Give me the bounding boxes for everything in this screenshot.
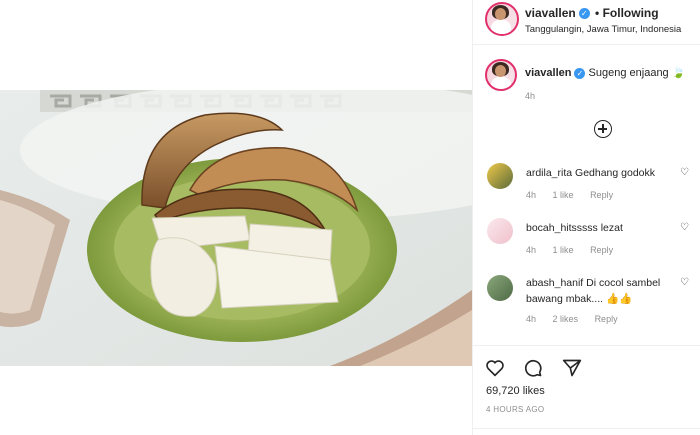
verified-badge-icon: ✓ [578, 8, 590, 20]
caption-username[interactable]: viavallen [525, 67, 571, 79]
caption-body: Sugeng enjaang 🍃 [588, 67, 686, 79]
comment-meta: 4h 1 like Reply [526, 245, 627, 255]
caption-timestamp: 4h [525, 91, 536, 101]
share-icon[interactable] [562, 358, 582, 383]
post-caption: viavallen ✓ Sugeng enjaang 🍃 4h [473, 55, 700, 103]
comment-text: bocah_hitsssss lezat [526, 220, 691, 236]
comment-body: lezat [600, 222, 623, 234]
comment-time: 4h [526, 190, 537, 200]
comment-text: abash_hanif Di cocol sambel bawang mbak.… [526, 275, 691, 307]
plus-circle-icon[interactable] [594, 120, 612, 138]
comment-icon[interactable] [523, 358, 543, 383]
post-header: viavallen ✓ • Following Tanggulangin, Jaw… [473, 0, 700, 45]
comment-text: ardila_rita Gedhang godokk [526, 165, 691, 181]
comment-likes[interactable]: 1 like [553, 245, 574, 255]
comment-reply-button[interactable]: Reply [590, 245, 613, 255]
comment-heart-icon[interactable]: ♡ [680, 277, 689, 288]
post-side-panel: viavallen ✓ • Following Tanggulangin, Jaw… [472, 0, 700, 435]
post-time-ago[interactable]: 4 HOURS AGO [486, 405, 544, 414]
post-location[interactable]: Tanggulangin, Jawa Timur, Indonesia [525, 24, 681, 35]
comment-body: Gedhang godokk [575, 167, 656, 179]
author-avatar[interactable] [485, 2, 519, 36]
comment-heart-icon[interactable]: ♡ [680, 222, 689, 233]
comment-username[interactable]: abash_hanif [526, 277, 583, 289]
comment-reply-button[interactable]: Reply [595, 314, 618, 324]
action-icons [485, 358, 596, 383]
post-photo[interactable] [0, 90, 472, 366]
comment-reply-button[interactable]: Reply [590, 190, 613, 200]
caption-avatar[interactable] [485, 59, 517, 91]
commenter-avatar[interactable] [487, 275, 513, 301]
comment-username[interactable]: ardila_rita [526, 167, 572, 179]
follow-status[interactable]: • Following [595, 6, 659, 20]
verified-badge-icon: ✓ [574, 67, 586, 79]
commenter-avatar[interactable] [487, 218, 513, 244]
caption-text: viavallen ✓ Sugeng enjaang 🍃 [525, 66, 685, 79]
comment-likes[interactable]: 1 like [553, 190, 574, 200]
comment-username[interactable]: bocah_hitsssss [526, 222, 598, 234]
author-username[interactable]: viavallen [525, 6, 576, 20]
bananas-cassava-photo [0, 90, 472, 366]
post-actions: 69,720 likes 4 HOURS AGO [473, 345, 700, 435]
photo-pane [0, 0, 472, 435]
comment-meta: 4h 1 like Reply [526, 190, 627, 200]
comment-meta: 4h 2 likes Reply [526, 314, 632, 324]
comment-likes[interactable]: 2 likes [553, 314, 579, 324]
divider [473, 428, 700, 429]
heart-icon[interactable] [485, 359, 505, 382]
comment-time: 4h [526, 314, 537, 324]
like-count[interactable]: 69,720 likes [486, 385, 545, 397]
author-line: viavallen ✓ • Following [525, 6, 659, 20]
comment-time: 4h [526, 245, 537, 255]
commenter-avatar[interactable] [487, 163, 513, 189]
comment-heart-icon[interactable]: ♡ [680, 167, 689, 178]
